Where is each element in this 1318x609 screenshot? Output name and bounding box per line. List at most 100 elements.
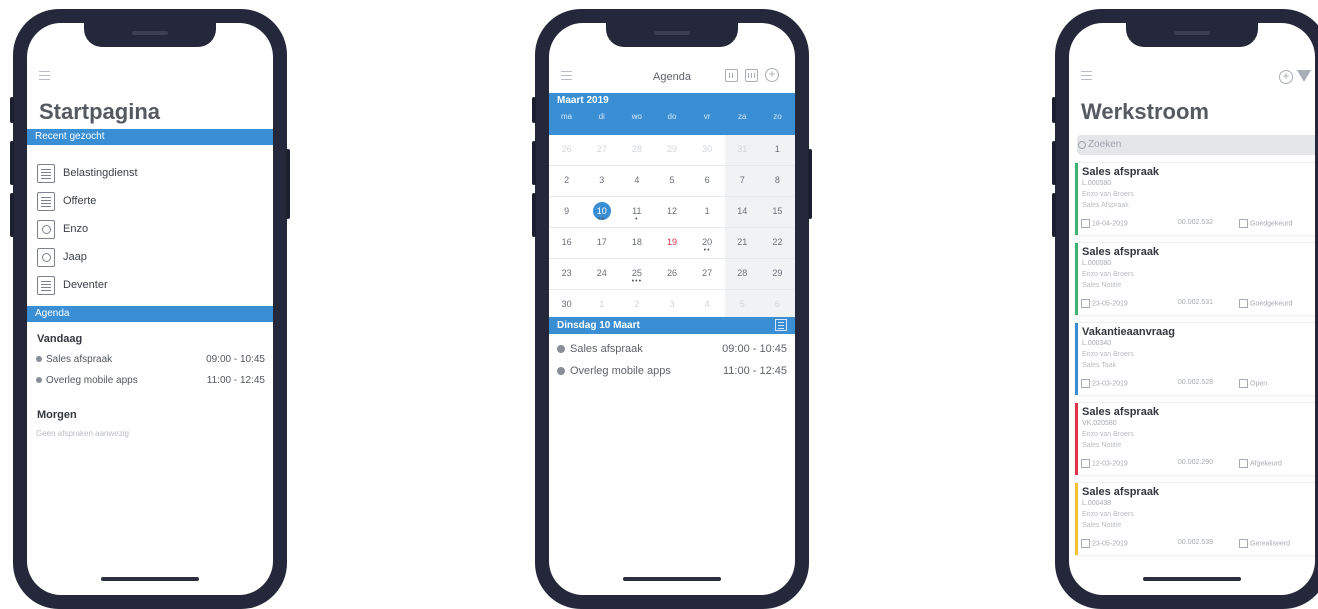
day-number: 17 bbox=[596, 237, 607, 247]
agenda-item[interactable]: Sales afspraak 09:00 - 10:45 bbox=[36, 354, 265, 370]
calendar-day[interactable]: 26 bbox=[549, 135, 584, 165]
phone-agenda: Agenda + Maart 2019 ma di wo do vr za zo… bbox=[532, 9, 812, 609]
phone-startpagina: Startpagina Recent gezocht Belastingdien… bbox=[10, 9, 290, 609]
recent-item-deventer[interactable]: Deventer bbox=[37, 271, 273, 299]
volume-up-button bbox=[1052, 141, 1056, 185]
calendar-day[interactable]: 18 bbox=[619, 228, 654, 258]
calendar-day[interactable]: 26 bbox=[654, 259, 689, 289]
card-title: Sales afspraak bbox=[1082, 246, 1160, 258]
day-number: 22 bbox=[772, 237, 783, 247]
calendar-day-selected[interactable]: 10 •• bbox=[584, 197, 619, 227]
add-icon[interactable]: + bbox=[765, 68, 779, 82]
calendar-day[interactable]: 28 bbox=[619, 135, 654, 165]
workflow-card[interactable]: Sales afspraak L.000438 Enzo van Broers Sal… bbox=[1075, 482, 1315, 555]
calendar-day[interactable]: 29 bbox=[654, 135, 689, 165]
calendar-day[interactable]: 20 •• bbox=[690, 228, 725, 258]
calendar-day[interactable]: 25 ••• bbox=[619, 259, 654, 289]
page-title: Agenda bbox=[653, 71, 691, 83]
recent-item-belastingdienst[interactable]: Belastingdienst bbox=[37, 159, 273, 187]
calendar-day[interactable]: 31 bbox=[724, 135, 760, 165]
calendar-day[interactable]: 2 bbox=[549, 166, 584, 196]
day-number: 23 bbox=[561, 268, 572, 278]
day-number: 31 bbox=[737, 144, 748, 154]
calendar-day[interactable]: 17 bbox=[584, 228, 619, 258]
recent-item-offerte[interactable]: Offerte bbox=[37, 187, 273, 215]
day-number: 1 bbox=[704, 206, 710, 216]
week-view-icon[interactable] bbox=[745, 69, 758, 82]
mute-switch bbox=[1052, 97, 1056, 123]
workflow-card[interactable]: Sales afspraak L.000580 Enzo van Broers Sal… bbox=[1075, 162, 1315, 235]
day-event[interactable]: Overleg mobile apps 11:00 - 12:45 bbox=[557, 365, 787, 381]
workflow-card[interactable]: Vakantieaanvraag L.000340 Enzo van Broers S… bbox=[1075, 322, 1315, 395]
add-icon[interactable]: + bbox=[1279, 70, 1293, 84]
home-indicator[interactable] bbox=[1143, 577, 1241, 581]
status-stripe bbox=[1075, 323, 1078, 395]
card-person: Enzo van Broers bbox=[1082, 351, 1134, 358]
calendar-day[interactable]: 30 bbox=[549, 290, 584, 320]
agenda-item-title: Sales afspraak bbox=[46, 354, 113, 365]
calendar-day[interactable]: 1 bbox=[690, 197, 725, 227]
calendar-day[interactable]: 9 bbox=[549, 197, 584, 227]
calendar-day[interactable]: 15 bbox=[759, 197, 795, 227]
calendar-day[interactable]: 5 bbox=[724, 290, 760, 320]
day-number: 24 bbox=[596, 268, 607, 278]
calendar-day[interactable]: 7 bbox=[724, 166, 760, 196]
calendar-day[interactable]: 19 bbox=[654, 228, 689, 258]
person-card-icon bbox=[37, 247, 55, 267]
hamburger-menu-icon[interactable] bbox=[39, 71, 50, 83]
calendar-day[interactable]: 11 • bbox=[619, 197, 654, 227]
list-view-icon[interactable] bbox=[775, 319, 787, 331]
calendar-day[interactable]: 23 bbox=[549, 259, 584, 289]
day-number: 14 bbox=[737, 206, 748, 216]
calendar-day[interactable]: 27 bbox=[584, 135, 619, 165]
card-footer: 23-05-2019 00.002.531 Goedgekeurd bbox=[1081, 296, 1315, 311]
checkbox-icon bbox=[1239, 379, 1248, 388]
workflow-card[interactable]: Sales afspraak L.000080 Enzo van Broers Sal… bbox=[1075, 242, 1315, 315]
day-number: 18 bbox=[631, 237, 642, 247]
tomorrow-label: Morgen bbox=[37, 409, 77, 421]
agenda-item[interactable]: Overleg mobile apps 11:00 - 12:45 bbox=[36, 375, 265, 391]
day-view-icon[interactable] bbox=[725, 69, 738, 82]
calendar-day[interactable]: 4 bbox=[690, 290, 725, 320]
recent-item-enzo[interactable]: Enzo bbox=[37, 215, 273, 243]
recent-item-jaap[interactable]: Jaap bbox=[37, 243, 273, 271]
calendar-day[interactable]: 12 bbox=[654, 197, 689, 227]
calendar-day[interactable]: 1 bbox=[584, 290, 619, 320]
calendar-day[interactable]: 2 bbox=[619, 290, 654, 320]
calendar-day[interactable]: 6 bbox=[759, 290, 795, 320]
calendar-day[interactable]: 6 bbox=[690, 166, 725, 196]
workflow-card[interactable]: Sales afspraak VK.020580 Enzo van Broers Sa… bbox=[1075, 402, 1315, 475]
day-event[interactable]: Sales afspraak 09:00 - 10:45 bbox=[557, 343, 787, 359]
card-number: 00.002.528 bbox=[1178, 379, 1214, 386]
card-code: L.000340 bbox=[1082, 340, 1112, 347]
calendar-day[interactable]: 21 bbox=[724, 228, 760, 258]
calendar-week-row: 23 24 25 ••• 26 27 28 29 bbox=[549, 259, 795, 290]
day-number: 6 bbox=[704, 175, 710, 185]
calendar-icon bbox=[1081, 539, 1090, 548]
volume-up-button bbox=[10, 141, 14, 185]
calendar-day[interactable]: 24 bbox=[584, 259, 619, 289]
calendar-day[interactable]: 14 bbox=[724, 197, 760, 227]
calendar-day[interactable]: 30 bbox=[690, 135, 725, 165]
calendar-day[interactable]: 1 bbox=[759, 135, 795, 165]
filter-icon[interactable] bbox=[1297, 70, 1311, 82]
agenda-item-time: 11:00 - 12:45 bbox=[206, 375, 265, 386]
card-person: Enzo van Broers bbox=[1082, 191, 1134, 198]
calendar-day[interactable]: 29 bbox=[759, 259, 795, 289]
calendar-day[interactable]: 8 bbox=[759, 166, 795, 196]
home-indicator[interactable] bbox=[623, 577, 721, 581]
calendar-day[interactable]: 28 bbox=[724, 259, 760, 289]
calendar-day[interactable]: 22 bbox=[759, 228, 795, 258]
calendar-day[interactable]: 3 bbox=[584, 166, 619, 196]
phone-werkstroom: + Werkstroom Zoeken Sales afspraak L.0005… bbox=[1052, 9, 1318, 609]
calendar-day[interactable]: 5 bbox=[654, 166, 689, 196]
hamburger-menu-icon[interactable] bbox=[561, 71, 572, 83]
day-number: 2 bbox=[634, 299, 640, 309]
calendar-day[interactable]: 3 bbox=[654, 290, 689, 320]
day-number: 7 bbox=[739, 175, 745, 185]
calendar-day[interactable]: 27 bbox=[690, 259, 725, 289]
home-indicator[interactable] bbox=[101, 577, 199, 581]
calendar-day[interactable]: 4 bbox=[619, 166, 654, 196]
calendar-day[interactable]: 16 bbox=[549, 228, 584, 258]
hamburger-menu-icon[interactable] bbox=[1081, 71, 1092, 83]
